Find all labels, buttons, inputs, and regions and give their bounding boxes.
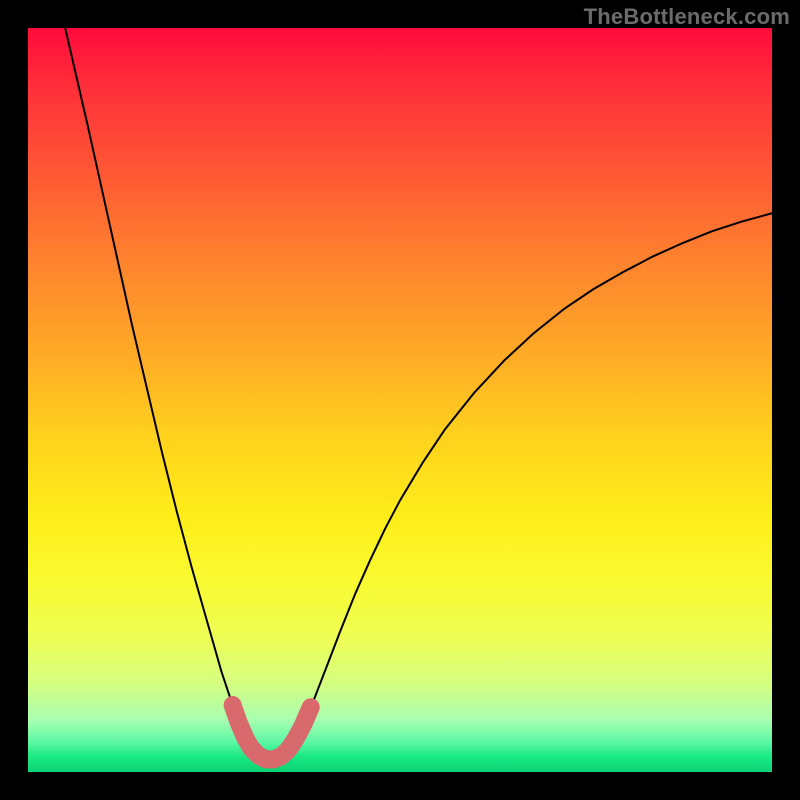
curve-line	[65, 28, 772, 763]
highlight-line	[233, 705, 311, 759]
chart-svg	[28, 28, 772, 772]
plot-area	[28, 28, 772, 772]
watermark-text: TheBottleneck.com	[584, 4, 790, 30]
